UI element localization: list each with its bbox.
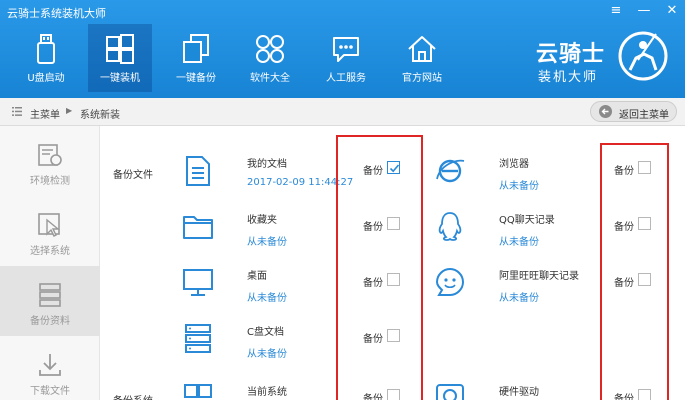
toolbar-label: 官方网站 (402, 73, 442, 84)
chat-bubble-icon (333, 37, 359, 62)
item-name: 阿里旺旺聊天记录 (499, 271, 579, 282)
window-title: 云骑士系统装机大师 (7, 7, 106, 20)
list-menu-icon (12, 107, 22, 116)
sidebar-label: 选择系统 (30, 246, 70, 257)
breadcrumb: 主菜单 ▶ 系统新装 返回主菜单 (0, 98, 685, 126)
back-arrow-icon (599, 105, 612, 118)
desktop-monitor-icon (183, 269, 213, 296)
apps-grid-icon (256, 35, 284, 63)
back-to-main-menu-button[interactable]: 返回主菜单 (590, 101, 677, 122)
item-name: C盘文档 (247, 327, 284, 338)
menu-button[interactable]: ≡ (602, 0, 630, 22)
item-status: 从未备份 (499, 293, 539, 304)
toolbar-item-one-click-backup[interactable]: 一键备份 (164, 24, 228, 92)
step-sidebar: 环境检测 选择系统 备份资料 下载文件 (0, 126, 100, 400)
folder-icon (183, 216, 213, 239)
sidebar-item-download-files[interactable]: 下载文件 (0, 336, 100, 400)
toolbar-item-software[interactable]: 软件大全 (238, 24, 302, 92)
logo-title: 云骑士 (536, 41, 606, 67)
sidebar-item-environment-check[interactable]: 环境检测 (0, 126, 100, 196)
backup-copy-icon (183, 34, 209, 63)
toolbar-label: 人工服务 (326, 73, 366, 84)
highlight-box-right-backup (600, 143, 669, 400)
item-name: 浏览器 (499, 159, 529, 170)
section-backup-system: 备份系统 (113, 392, 153, 400)
home-icon (408, 36, 436, 62)
knight-rider-icon (618, 31, 668, 81)
item-name: 当前系统 (247, 387, 287, 398)
browser-ie-icon (436, 159, 465, 183)
back-button-label: 返回主菜单 (619, 110, 669, 121)
aliwangwang-icon (435, 267, 465, 296)
item-name: 硬件驱动 (499, 387, 539, 398)
toolbar-item-manual-service[interactable]: 人工服务 (314, 24, 378, 92)
sidebar-label: 环境检测 (30, 176, 70, 187)
highlight-box-left-backup (336, 135, 423, 400)
item-status: 从未备份 (247, 349, 287, 360)
toolbar-label: U盘启动 (27, 73, 65, 84)
item-name: 桌面 (247, 271, 267, 282)
toolbar-item-usb-boot[interactable]: U盘启动 (14, 24, 78, 92)
item-status: 从未备份 (247, 293, 287, 304)
hardware-driver-icon (436, 384, 464, 400)
sidebar-item-select-system[interactable]: 选择系统 (0, 196, 100, 266)
item-name: 收藏夹 (247, 215, 277, 226)
sidebar-label: 备份资料 (30, 316, 70, 327)
qq-penguin-icon (438, 212, 462, 241)
sidebar-item-backup-data[interactable]: 备份资料 (0, 266, 100, 336)
item-status: 从未备份 (499, 181, 539, 192)
logo-subtitle: 装机大师 (538, 70, 599, 85)
windows-system-icon (184, 384, 212, 398)
select-system-cursor-icon (38, 213, 60, 237)
backup-data-icon (39, 283, 61, 307)
close-button[interactable]: ✕ (658, 0, 685, 22)
app-header: 云骑士系统装机大师 ≡ — ✕ U盘启动 一键装机 一键备份 软件大全 人工服务… (0, 0, 685, 98)
toolbar-label: 一键装机 (100, 73, 140, 84)
document-icon (186, 156, 210, 186)
toolbar-item-one-click-install[interactable]: 一键装机 (88, 24, 152, 92)
brand-logo: 云骑士 装机大师 (528, 28, 668, 90)
breadcrumb-arrow-icon: ▶ (66, 106, 73, 115)
sidebar-label: 下载文件 (30, 386, 70, 397)
download-icon (39, 354, 61, 376)
item-status: 从未备份 (499, 237, 539, 248)
drive-c-icon (185, 324, 211, 353)
windows-logo-icon (106, 34, 134, 64)
breadcrumb-current: 系统新装 (80, 110, 120, 121)
toolbar-label: 一键备份 (176, 73, 216, 84)
item-name: 我的文档 (247, 159, 287, 170)
item-name: QQ聊天记录 (499, 215, 555, 226)
toolbar-label: 软件大全 (250, 73, 290, 84)
minimize-button[interactable]: — (630, 0, 658, 22)
usb-drive-icon (37, 34, 55, 64)
toolbar-item-official-site[interactable]: 官方网站 (390, 24, 454, 92)
environment-check-icon (38, 144, 62, 166)
section-backup-files: 备份文件 (113, 170, 153, 181)
item-status: 从未备份 (247, 237, 287, 248)
breadcrumb-main-menu[interactable]: 主菜单 (30, 106, 60, 121)
